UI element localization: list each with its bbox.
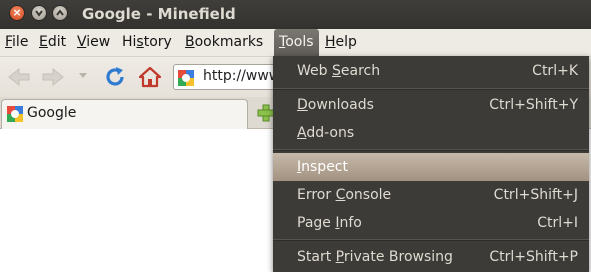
home-icon[interactable] [137, 64, 163, 90]
tab-label: Google [27, 105, 77, 121]
menu-item-error-console[interactable]: Error Console Ctrl+Shift+J [273, 181, 589, 209]
tab-google[interactable]: Google [1, 99, 248, 129]
menu-item-web-search[interactable]: Web Search Ctrl+K [273, 57, 589, 85]
menu-item-private-browsing[interactable]: Start Private Browsing Ctrl+Shift+P [273, 243, 589, 271]
menubar: File Edit View History Bookmarks Tools H… [0, 29, 591, 57]
menu-bookmarks[interactable]: Bookmarks [185, 29, 263, 56]
window-title: Google - Minefield [82, 5, 236, 23]
menu-item-downloads[interactable]: Downloads Ctrl+Shift+Y [273, 91, 589, 119]
menu-item-inspect[interactable]: Inspect [273, 153, 589, 181]
url-text[interactable]: http://www. [203, 68, 283, 84]
google-favicon [7, 106, 23, 122]
close-icon[interactable]: × [9, 5, 25, 21]
shortcut-label: Ctrl+Shift+P [489, 249, 578, 265]
shortcut-label: Ctrl+I [537, 215, 578, 231]
menu-separator [273, 89, 589, 90]
menu-separator [273, 150, 589, 151]
menu-view[interactable]: View [77, 29, 110, 56]
google-favicon [178, 70, 194, 86]
minimize-icon[interactable] [31, 5, 47, 21]
menu-item-add-ons[interactable]: Add-ons [273, 119, 589, 147]
history-dropdown-icon[interactable] [78, 72, 88, 80]
shortcut-label: Ctrl+K [532, 63, 578, 79]
menu-file[interactable]: File [5, 29, 28, 56]
window-titlebar: × Google - Minefield [0, 0, 591, 29]
forward-icon[interactable] [40, 66, 66, 88]
menu-history[interactable]: History [122, 29, 172, 56]
menu-help[interactable]: Help [325, 29, 357, 56]
maximize-icon[interactable] [52, 5, 68, 21]
menu-edit[interactable]: Edit [39, 29, 66, 56]
reload-icon[interactable] [103, 65, 127, 89]
menu-separator [273, 240, 589, 241]
tools-menu: Web Search Ctrl+K Downloads Ctrl+Shift+Y… [273, 56, 589, 272]
menu-tools[interactable]: Tools [274, 29, 319, 56]
back-icon[interactable] [6, 66, 32, 88]
shortcut-label: Ctrl+Shift+Y [489, 97, 578, 113]
menu-item-page-info[interactable]: Page Info Ctrl+I [273, 209, 589, 237]
shortcut-label: Ctrl+Shift+J [493, 187, 578, 203]
